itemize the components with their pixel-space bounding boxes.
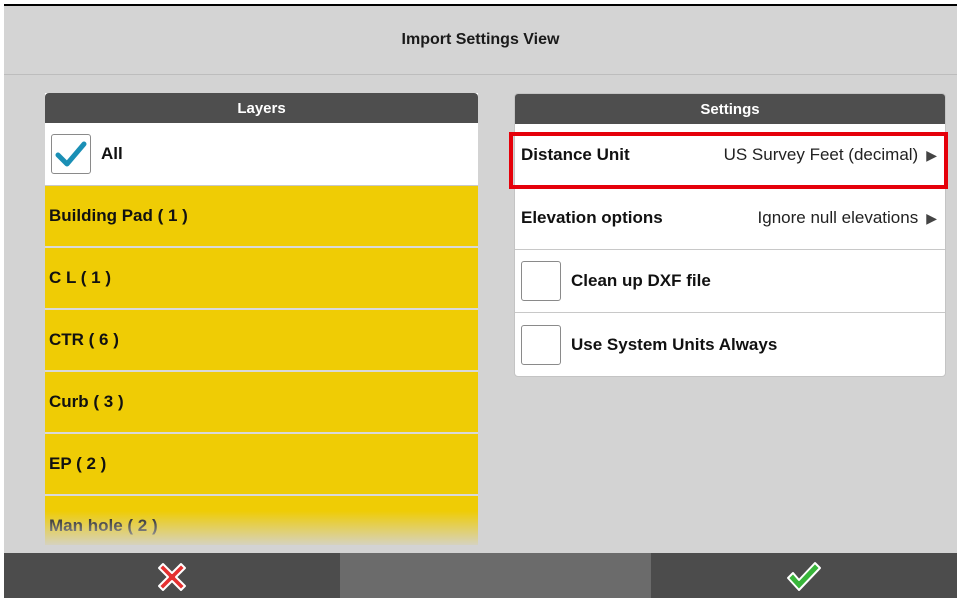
settings-panel: Settings Distance Unit US Survey Feet (d… bbox=[514, 93, 946, 377]
cancel-button[interactable] bbox=[4, 553, 340, 598]
import-settings-screen: Import Settings View Layers All Building… bbox=[4, 6, 957, 598]
layers-header: Layers bbox=[45, 93, 478, 123]
elevation-options-row[interactable]: Elevation options Ignore null elevations… bbox=[515, 187, 945, 250]
layer-item[interactable]: Curb ( 3 ) bbox=[45, 372, 478, 434]
distance-unit-row[interactable]: Distance Unit US Survey Feet (decimal) ▶ bbox=[515, 124, 945, 187]
clean-up-dxf-checkbox[interactable] bbox=[521, 261, 561, 301]
chevron-right-icon: ▶ bbox=[926, 209, 937, 226]
layer-item-label: Man hole ( 2 ) bbox=[49, 516, 158, 535]
layer-item-label: Curb ( 3 ) bbox=[49, 392, 124, 411]
elevation-options-value: Ignore null elevations bbox=[757, 208, 919, 227]
layer-item-label: Building Pad ( 1 ) bbox=[49, 206, 188, 225]
layer-item[interactable]: EP ( 2 ) bbox=[45, 434, 478, 496]
settings-header: Settings bbox=[515, 94, 945, 124]
distance-unit-value: US Survey Feet (decimal) bbox=[723, 145, 919, 164]
layer-item[interactable]: C L ( 1 ) bbox=[45, 248, 478, 310]
bottom-action-bar bbox=[4, 553, 957, 598]
layer-item-label: C L ( 1 ) bbox=[49, 268, 112, 287]
layer-item-label: EP ( 2 ) bbox=[49, 454, 107, 473]
layer-item[interactable]: Man hole ( 2 ) bbox=[45, 496, 478, 545]
layer-item-label: CTR ( 6 ) bbox=[49, 330, 119, 349]
chevron-right-icon: ▶ bbox=[926, 146, 937, 163]
use-system-units-checkbox[interactable] bbox=[521, 324, 561, 365]
layer-item[interactable]: CTR ( 6 ) bbox=[45, 310, 478, 372]
layer-all-row[interactable]: All bbox=[45, 123, 478, 186]
use-system-units-row[interactable]: Use System Units Always bbox=[515, 313, 945, 376]
layers-panel: Layers All Building Pad ( 1 ) C L ( 1 ) … bbox=[45, 93, 478, 545]
distance-unit-label: Distance Unit bbox=[521, 145, 630, 164]
ok-button[interactable] bbox=[651, 553, 957, 598]
window-title: Import Settings View bbox=[4, 6, 957, 75]
clean-up-dxf-row[interactable]: Clean up DXF file bbox=[515, 250, 945, 313]
ok-check-icon bbox=[787, 561, 821, 591]
elevation-options-label: Elevation options bbox=[521, 208, 663, 227]
middle-button[interactable] bbox=[340, 553, 651, 598]
layer-item[interactable]: Building Pad ( 1 ) bbox=[45, 186, 478, 248]
clean-up-dxf-label: Clean up DXF file bbox=[571, 271, 711, 290]
checkmark-icon bbox=[55, 141, 87, 167]
use-system-units-label: Use System Units Always bbox=[571, 334, 778, 354]
all-label: All bbox=[101, 144, 123, 163]
cancel-x-icon bbox=[158, 562, 186, 591]
all-checkbox[interactable] bbox=[51, 134, 91, 174]
device-frame: Import Settings View Layers All Building… bbox=[4, 4, 957, 598]
